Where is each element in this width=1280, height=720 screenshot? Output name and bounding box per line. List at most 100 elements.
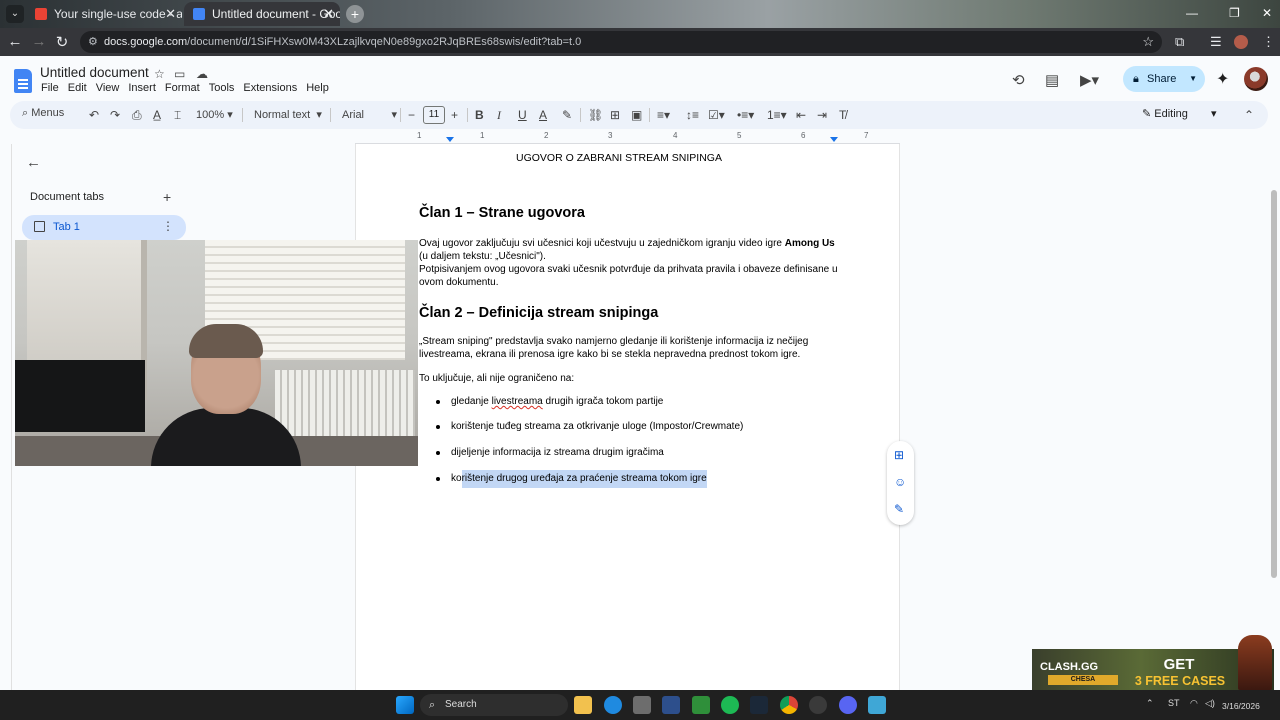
selected-text[interactable]: rištenje drugog uređaja za praćenje stre… (461, 470, 707, 488)
steam-icon[interactable] (750, 696, 768, 714)
docs-logo-icon[interactable] (14, 69, 32, 93)
version-history-icon[interactable]: ⟲ (1012, 71, 1025, 89)
line-spacing-icon[interactable]: ↕≡ (686, 106, 699, 124)
zoom-select[interactable]: 100% ▾ (196, 106, 233, 124)
numbered-list-icon[interactable]: 1≡▾ (767, 106, 787, 124)
hide-menus-icon[interactable]: ⌃ (1244, 106, 1254, 124)
reload-icon[interactable]: ↻ (53, 33, 71, 51)
wifi-icon[interactable]: ◠ (1190, 698, 1198, 709)
browser-profile-avatar[interactable] (1234, 35, 1248, 49)
browser-tab-gmail[interactable]: Your single-use code - arminc ✕ (26, 2, 182, 26)
editing-mode-select[interactable]: ✎ Editing ▾ (1142, 107, 1217, 120)
emoji-reaction-icon[interactable]: ☺ (894, 475, 906, 489)
menu-help[interactable]: Help (306, 82, 329, 94)
menu-edit[interactable]: Edit (68, 82, 87, 94)
discord-icon[interactable] (839, 696, 857, 714)
italic-icon[interactable]: I (497, 106, 501, 124)
store-icon[interactable] (633, 696, 651, 714)
back-icon[interactable]: ← (6, 33, 24, 50)
windows-start-icon[interactable] (396, 696, 414, 714)
align-icon[interactable]: ≡▾ (657, 106, 670, 124)
cloud-saved-icon[interactable]: ☁ (196, 67, 208, 81)
avatar[interactable] (1244, 67, 1268, 91)
vertical-scrollbar[interactable] (1271, 190, 1277, 578)
more-options-icon[interactable]: ⋮ (162, 219, 174, 233)
style-select[interactable]: Normal text ▾ (254, 106, 322, 124)
font-size-input[interactable]: 11 (423, 106, 445, 124)
undo-icon[interactable]: ↶ (89, 106, 99, 124)
menu-file[interactable]: File (41, 82, 59, 94)
menu-extensions[interactable]: Extensions (243, 82, 297, 94)
edge-icon[interactable] (604, 696, 622, 714)
increase-font-size-icon[interactable]: + (451, 106, 458, 124)
share-button[interactable]: 🔒︎ Share ▼ (1123, 66, 1205, 92)
text-color-icon[interactable]: A (539, 106, 547, 124)
tray-overflow-icon[interactable]: ⌃ (1146, 698, 1154, 709)
forward-icon[interactable]: → (30, 33, 48, 50)
document-page[interactable] (355, 144, 900, 690)
site-info-icon[interactable]: ⚙ (88, 31, 98, 53)
redo-icon[interactable]: ↷ (110, 106, 120, 124)
add-tab-icon[interactable]: + (163, 189, 171, 205)
bulleted-list-icon[interactable]: •≡▾ (737, 106, 754, 124)
gemini-icon[interactable]: ✦ (1216, 69, 1229, 89)
notepad-icon[interactable] (868, 696, 886, 714)
suggest-edits-icon[interactable]: ✎ (894, 502, 904, 516)
tab-search-icon[interactable]: ⌄ (6, 5, 24, 23)
right-indent-marker[interactable] (830, 137, 838, 142)
app-icon[interactable] (809, 696, 827, 714)
meet-icon[interactable]: ▶▾ (1080, 71, 1099, 89)
ad-banner[interactable]: CLASH.GG CHESA GET 3 FREE CASES (1032, 635, 1274, 690)
increase-indent-icon[interactable]: ⇥ (817, 106, 827, 124)
xbox-icon[interactable] (692, 696, 710, 714)
left-indent-marker[interactable] (446, 137, 454, 142)
bookmark-star-icon[interactable]: ☆ (1142, 31, 1154, 53)
menu-insert[interactable]: Insert (128, 82, 156, 94)
document-title[interactable]: Untitled document (40, 65, 149, 80)
decrease-indent-icon[interactable]: ⇤ (796, 106, 806, 124)
file-explorer-icon[interactable] (574, 696, 592, 714)
url-input[interactable]: ⚙ docs.google.com/document/d/1SiFHXsw0M4… (80, 31, 1162, 53)
menu-tools[interactable]: Tools (209, 82, 235, 94)
comments-icon[interactable]: ▤ (1045, 71, 1059, 89)
spotify-icon[interactable] (721, 696, 739, 714)
paint-format-icon[interactable]: ⌶ (174, 106, 181, 124)
checklist-icon[interactable]: ☑▾ (708, 106, 725, 124)
underline-icon[interactable]: U (518, 106, 527, 124)
menu-view[interactable]: View (96, 82, 120, 94)
add-comment-icon[interactable]: ⊞ (610, 106, 620, 124)
menu-format[interactable]: Format (165, 82, 200, 94)
close-outline-arrow-icon[interactable]: ← (26, 154, 41, 171)
bold-icon[interactable]: B (475, 106, 484, 124)
move-folder-icon[interactable]: ▭ (174, 67, 185, 81)
chevron-down-icon[interactable]: ▼ (1189, 66, 1197, 92)
extensions-icon[interactable]: ⧉ (1175, 34, 1184, 50)
chrome-menu-icon[interactable]: ⋮ (1262, 34, 1275, 50)
chrome-icon[interactable] (780, 696, 798, 714)
add-comment-icon[interactable]: ⊞ (894, 448, 904, 462)
close-window-icon[interactable]: ✕ (1262, 6, 1272, 20)
print-icon[interactable]: ⎙ (132, 106, 142, 124)
sidebar-tab-1[interactable]: Tab 1 ⋮ (22, 215, 186, 240)
volume-icon[interactable]: ◁) (1205, 698, 1215, 709)
highlight-icon[interactable]: ✎ (562, 106, 572, 124)
insert-image-icon[interactable]: ▣ (631, 106, 642, 124)
clear-formatting-icon[interactable]: T̸ (839, 106, 846, 124)
taskbar-search-input[interactable]: ⌕ Search (420, 694, 568, 716)
spelling-error-text[interactable]: livestreama (492, 396, 543, 407)
close-tab-icon[interactable]: ✕ (165, 2, 176, 26)
spellcheck-icon[interactable]: A̲ (153, 106, 161, 124)
browser-tab-docs[interactable]: Untitled document - Google Do ✕ (184, 2, 340, 26)
input-language[interactable]: ST (1168, 698, 1180, 708)
insert-link-icon[interactable]: ⛓ (588, 106, 603, 124)
star-icon[interactable]: ☆ (154, 67, 165, 81)
close-tab-icon[interactable]: ✕ (323, 2, 334, 26)
horizontal-ruler[interactable]: 1 1 2 3 4 5 6 7 (355, 131, 900, 144)
app-icon[interactable] (662, 696, 680, 714)
font-select[interactable]: Arial ▾ (342, 106, 397, 124)
restore-icon[interactable]: ❐ (1229, 6, 1240, 20)
search-menus-button[interactable]: ⌕ Menus (22, 107, 64, 120)
minimize-icon[interactable]: — (1186, 6, 1198, 20)
new-tab-button[interactable]: + (346, 5, 364, 23)
taskbar-date[interactable]: 3/16/2026 (1222, 701, 1260, 711)
